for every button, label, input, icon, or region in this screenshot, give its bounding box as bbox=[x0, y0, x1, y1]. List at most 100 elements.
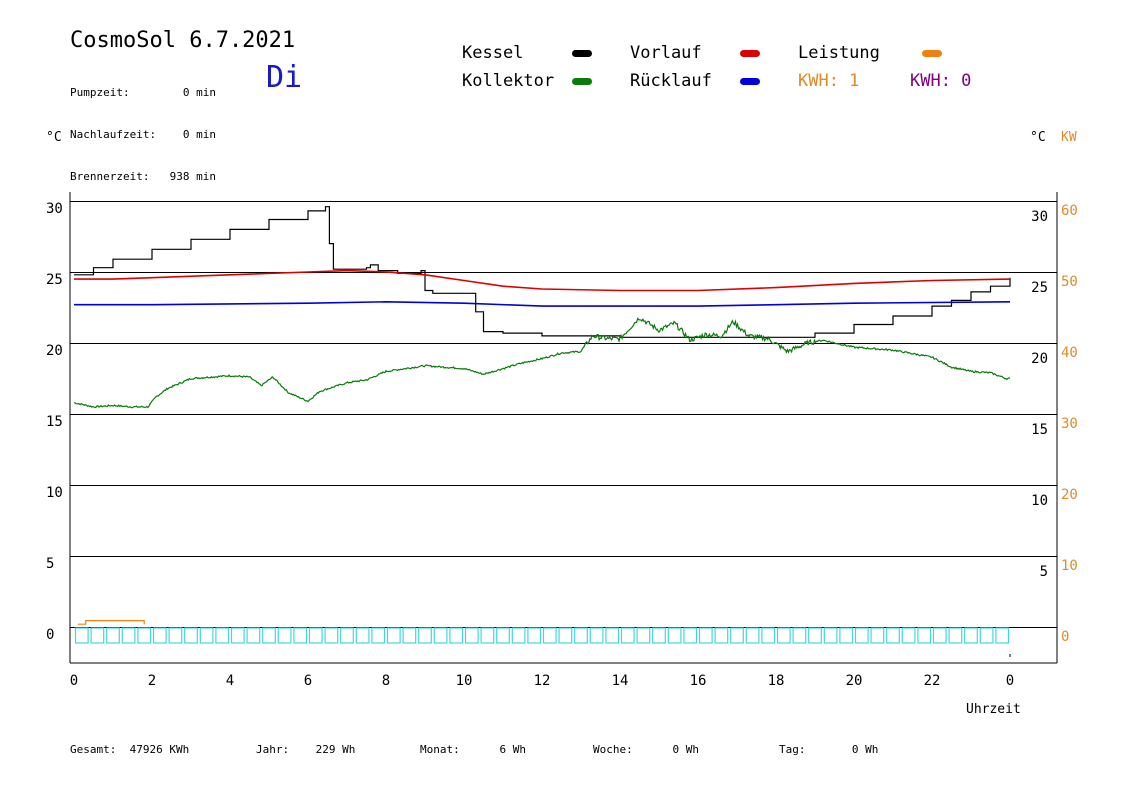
x-tick-label: 14 bbox=[612, 673, 629, 689]
x-tick-label: 0 bbox=[70, 673, 78, 689]
pump-segment bbox=[948, 627, 963, 644]
pump-segment bbox=[745, 627, 760, 644]
pump-segment bbox=[277, 627, 292, 644]
pump-segment bbox=[870, 627, 885, 644]
footer-value: 6 Wh bbox=[499, 743, 527, 756]
y-right-power-tick-label: 50 bbox=[1061, 274, 1078, 290]
pump-segment bbox=[74, 627, 89, 644]
pump-segment bbox=[511, 627, 526, 644]
series-line-kollektor bbox=[73, 317, 1011, 409]
pump-segment bbox=[386, 627, 401, 644]
pump-segment bbox=[542, 627, 557, 644]
pump-segment bbox=[698, 627, 713, 644]
pump-segment bbox=[589, 627, 604, 644]
pump-segment bbox=[839, 627, 854, 644]
pump-segment bbox=[574, 627, 588, 644]
pump-segment bbox=[964, 627, 978, 644]
footer-label: Jahr: bbox=[256, 743, 290, 756]
pump-segment bbox=[199, 627, 214, 644]
y-right-temp-tick-label: 15 bbox=[1031, 422, 1048, 438]
y-left-tick-label: 10 bbox=[46, 485, 63, 501]
pump-segment bbox=[184, 627, 198, 644]
series-line-vorlauf bbox=[74, 269, 1011, 292]
pump-segment bbox=[371, 627, 386, 644]
y-right-power-tick-label: 30 bbox=[1061, 416, 1078, 432]
pump-segment bbox=[449, 627, 464, 644]
pump-segment bbox=[230, 627, 245, 644]
footer-label: Gesamt: bbox=[70, 743, 117, 756]
pump-segment bbox=[262, 627, 276, 644]
pump-segment bbox=[932, 627, 947, 644]
x-tick-label: 8 bbox=[382, 673, 390, 689]
pump-segment bbox=[90, 627, 105, 644]
footer-value: 0 Wh bbox=[851, 743, 879, 756]
pump-segment bbox=[246, 627, 261, 644]
y-left-tick-label: 0 bbox=[46, 627, 54, 643]
y-left-tick-label: 5 bbox=[46, 556, 54, 572]
x-tick-label: 20 bbox=[846, 673, 863, 689]
footer-jahr: Jahr: 229 Wh bbox=[256, 743, 355, 756]
footer-gesamt: Gesamt: 47926 KWh bbox=[70, 743, 189, 756]
pump-segment bbox=[776, 627, 791, 644]
footer-label: Tag: bbox=[779, 743, 806, 756]
pump-segment bbox=[433, 627, 448, 644]
pump-segment bbox=[979, 627, 994, 644]
pump-segment bbox=[792, 627, 807, 644]
pump-segment bbox=[340, 627, 354, 644]
x-tick-label: 22 bbox=[924, 673, 941, 689]
pump-segment bbox=[355, 627, 370, 644]
pump-segment bbox=[652, 627, 666, 644]
footer-tag: Tag: 0 Wh bbox=[779, 743, 878, 756]
pump-segment bbox=[324, 627, 339, 644]
pump-segment bbox=[480, 627, 495, 644]
y-left-tick-label: 20 bbox=[46, 343, 63, 359]
pump-segment bbox=[418, 627, 432, 644]
pump-segment bbox=[620, 627, 635, 644]
y-right-power-tick-label: 60 bbox=[1061, 203, 1078, 219]
pump-segment bbox=[808, 627, 822, 644]
footer-value: 229 Wh bbox=[315, 743, 356, 756]
y-right-temp-tick-label: 25 bbox=[1031, 280, 1048, 296]
pump-segment bbox=[168, 627, 183, 644]
pump-segment bbox=[215, 627, 230, 644]
pump-segment bbox=[901, 627, 916, 644]
pump-segment bbox=[823, 627, 838, 644]
pump-segment bbox=[137, 627, 152, 644]
x-tick-label: 4 bbox=[226, 673, 234, 689]
series-line-ruecklauf bbox=[74, 300, 1011, 307]
pump-segment bbox=[605, 627, 620, 644]
pump-segment bbox=[683, 627, 698, 644]
footer-label: Monat: bbox=[420, 743, 460, 756]
pump-segment bbox=[714, 627, 729, 644]
y-left-tick-label: 15 bbox=[46, 414, 63, 430]
pump-segment bbox=[730, 627, 744, 644]
y-left-tick-label: 30 bbox=[46, 201, 63, 217]
pump-segment bbox=[886, 627, 900, 644]
pump-segment bbox=[854, 627, 869, 644]
footer-label: Woche: bbox=[593, 743, 633, 756]
x-axis-label: Uhrzeit bbox=[966, 702, 1021, 717]
y-right-power-tick-label: 20 bbox=[1061, 487, 1078, 503]
pump-segment bbox=[995, 627, 1010, 644]
pump-segment bbox=[558, 627, 573, 644]
footer-woche: Woche: 0 Wh bbox=[593, 743, 699, 756]
pump-segment bbox=[402, 627, 417, 644]
pump-segment bbox=[761, 627, 776, 644]
y-right-temp-tick-label: 5 bbox=[1040, 564, 1048, 580]
pump-segment bbox=[496, 627, 510, 644]
y-right-power-tick-label: 0 bbox=[1061, 629, 1069, 645]
x-tick-label: 6 bbox=[304, 673, 312, 689]
y-right-temp-tick-label: 30 bbox=[1031, 209, 1048, 225]
series-line-leistung bbox=[77, 620, 145, 625]
y-right-power-tick-label: 40 bbox=[1061, 345, 1078, 361]
pump-segment bbox=[917, 627, 932, 644]
y-right-temp-tick-label: 10 bbox=[1031, 493, 1048, 509]
y-right-power-tick-label: 10 bbox=[1061, 558, 1078, 574]
x-tick-label: 2 bbox=[148, 673, 156, 689]
x-tick-label: 18 bbox=[768, 673, 785, 689]
pump-segment bbox=[464, 627, 479, 644]
footer-monat: Monat: 6 Wh bbox=[420, 743, 526, 756]
pump-segment bbox=[121, 627, 136, 644]
footer-value: 0 Wh bbox=[672, 743, 700, 756]
pump-segment bbox=[308, 627, 323, 644]
